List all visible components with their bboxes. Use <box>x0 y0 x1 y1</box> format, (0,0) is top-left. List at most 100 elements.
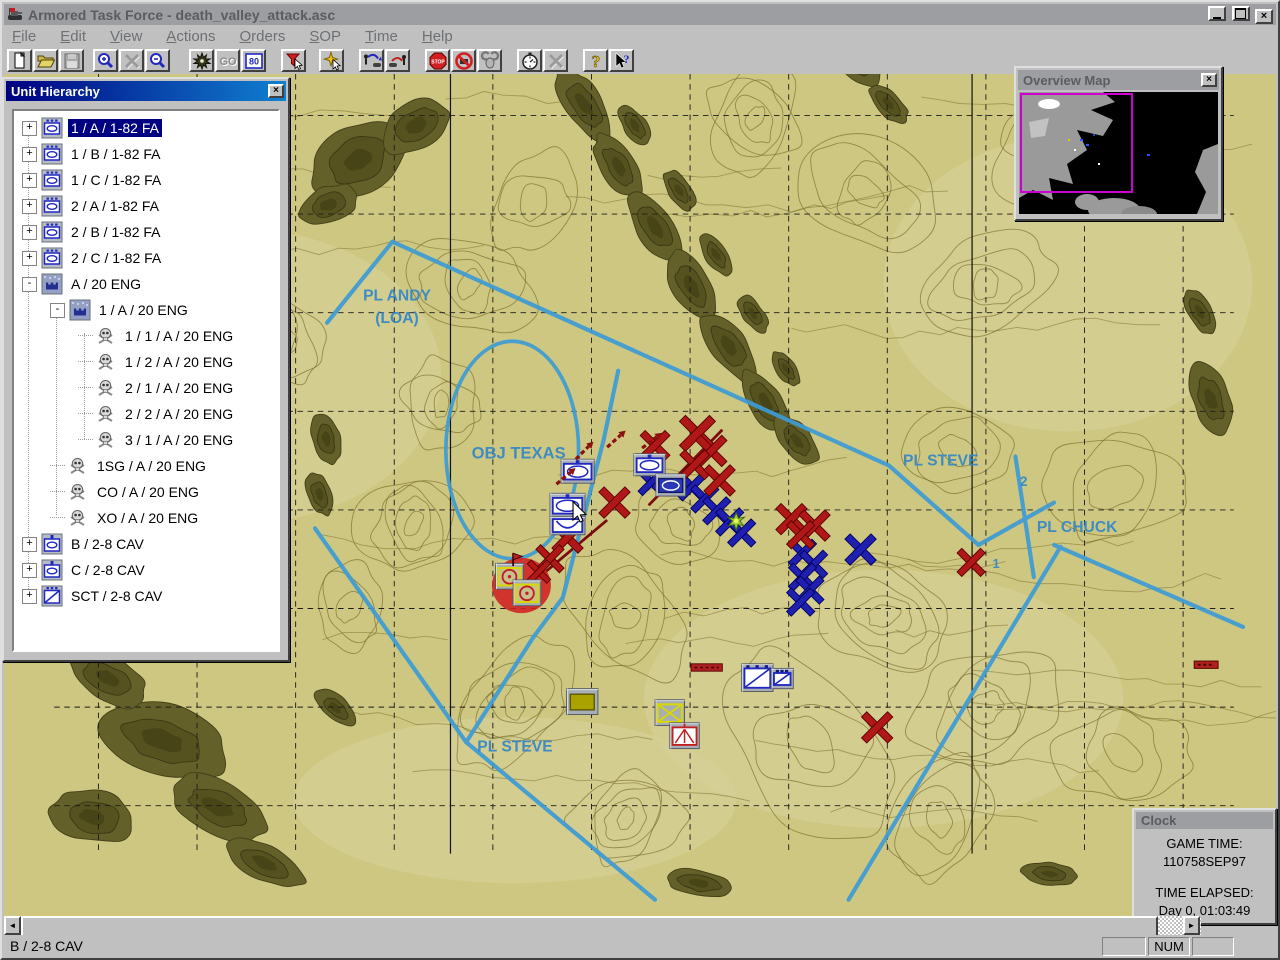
tree-item-label[interactable]: 1 / A / 1-82 FA <box>68 119 162 137</box>
tree-item-label[interactable]: 1 / A / 20 ENG <box>96 301 191 319</box>
tree-expander[interactable]: + <box>22 251 37 266</box>
select-filter-button[interactable] <box>281 49 306 72</box>
run-80-button[interactable]: 80 <box>241 49 266 72</box>
tree-item-label[interactable]: 2 / 2 / A / 20 ENG <box>122 405 236 423</box>
tree-item-label[interactable]: A / 20 ENG <box>68 275 144 293</box>
tree-item-label[interactable]: 1 / 2 / A / 20 ENG <box>122 353 236 371</box>
tree-item[interactable]: +1 / C / 1-82 FA <box>14 167 278 193</box>
unit-marker-arty[interactable] <box>513 580 541 606</box>
tree-item[interactable]: - A / 20 ENG <box>14 271 278 297</box>
overview-map-close-button[interactable]: × <box>1201 73 1217 87</box>
tree-expander[interactable]: - <box>22 277 37 292</box>
tree-item-label[interactable]: B / 2-8 CAV <box>68 535 147 553</box>
tree-item-label[interactable]: 2 / A / 1-82 FA <box>68 197 162 215</box>
horizontal-scrollbar[interactable]: ◄ ► <box>4 916 1201 935</box>
minimize-button[interactable] <box>1208 6 1226 21</box>
tree-item-label[interactable]: 1SG / A / 20 ENG <box>94 457 209 475</box>
open-file-button[interactable] <box>33 49 58 72</box>
tree-item-label[interactable]: C / 2-8 CAV <box>68 561 148 579</box>
tree-item[interactable]: 2 / 2 / A / 20 ENG <box>14 401 278 427</box>
scroll-right-button[interactable]: ► <box>1183 916 1200 935</box>
help-button[interactable]: ? <box>583 49 608 72</box>
unit-marker-mech[interactable] <box>656 474 685 496</box>
unit-marker-ada[interactable] <box>670 723 699 749</box>
go-button[interactable]: GOGO <box>215 49 240 72</box>
context-help-button[interactable]: ? <box>609 49 634 72</box>
stop-button[interactable]: STOP <box>425 49 450 72</box>
tree-expander[interactable]: + <box>22 225 37 240</box>
tree-item-label[interactable]: CO / A / 20 ENG <box>94 483 202 501</box>
unit-marker-scout[interactable] <box>771 668 793 688</box>
tree-item-label[interactable]: 1 / C / 1-82 FA <box>68 171 164 189</box>
tree-item[interactable]: +1 / A / 1-82 FA <box>14 115 278 141</box>
tree-expander[interactable]: - <box>50 303 65 318</box>
menu-edit[interactable]: Edit <box>60 28 86 45</box>
maximize-button[interactable] <box>1232 6 1250 21</box>
tree-item[interactable]: +2 / B / 1-82 FA <box>14 219 278 245</box>
menu-file[interactable]: File <box>12 28 36 45</box>
menu-orders[interactable]: Orders <box>240 28 286 45</box>
tree-item[interactable]: 1 / 2 / A / 20 ENG <box>14 349 278 375</box>
add-waypoint-button[interactable] <box>319 49 344 72</box>
tree-item[interactable]: 1 / 1 / A / 20 ENG <box>14 323 278 349</box>
tree-item-label[interactable]: 1 / 1 / A / 20 ENG <box>122 327 236 345</box>
tree-item[interactable]: +2 / A / 1-82 FA <box>14 193 278 219</box>
tree-item[interactable]: XO / A / 20 ENG <box>14 505 278 531</box>
tree-item-label[interactable]: XO / A / 20 ENG <box>94 509 201 527</box>
tree-item-label[interactable]: 3 / 1 / A / 20 ENG <box>122 431 236 449</box>
tree-item-label[interactable]: 2 / 1 / A / 20 ENG <box>122 379 236 397</box>
dismount-button[interactable] <box>385 49 410 72</box>
new-file-button[interactable] <box>7 49 32 72</box>
mount-button[interactable] <box>359 49 384 72</box>
ram-horns-button[interactable] <box>477 49 502 72</box>
tree-item[interactable]: 2 / 1 / A / 20 ENG <box>14 375 278 401</box>
tree-item-label[interactable]: SCT / 2-8 CAV <box>68 587 165 605</box>
zoom-out-button[interactable] <box>145 49 170 72</box>
tree-item[interactable]: + SCT / 2-8 CAV <box>14 583 278 609</box>
tree-item-label[interactable]: 2 / C / 1-82 FA <box>68 249 164 267</box>
tree-expander[interactable]: + <box>22 199 37 214</box>
tree-expander[interactable]: + <box>22 589 37 604</box>
tree-item[interactable]: 3 / 1 / A / 20 ENG <box>14 427 278 453</box>
menu-view[interactable]: View <box>110 28 142 45</box>
detonation-button[interactable] <box>189 49 214 72</box>
unit-marker-armor[interactable] <box>561 459 594 483</box>
unit-bar-marker[interactable] <box>691 664 722 671</box>
tree-item[interactable]: - 1 / A / 20 ENG <box>14 297 278 323</box>
save-file-button[interactable] <box>59 49 84 72</box>
menu-actions[interactable]: Actions <box>166 28 215 45</box>
unit-marker-scout[interactable] <box>742 664 773 692</box>
tree-item[interactable]: +2 / C / 1-82 FA <box>14 245 278 271</box>
unit-hierarchy-titlebar[interactable]: Unit Hierarchy × <box>6 81 286 101</box>
tree-item[interactable]: 1SG / A / 20 ENG <box>14 453 278 479</box>
menu-time[interactable]: Time <box>365 28 398 45</box>
unit-bar-marker[interactable] <box>1194 661 1218 668</box>
tree-item-label[interactable]: 1 / B / 1-82 FA <box>68 145 164 163</box>
menu-help[interactable]: Help <box>422 28 453 45</box>
scroll-left-button[interactable]: ◄ <box>4 916 21 935</box>
tree-item[interactable]: CO / A / 20 ENG <box>14 479 278 505</box>
tree-expander[interactable]: + <box>22 173 37 188</box>
unit-marker-hq-solid[interactable] <box>567 689 598 715</box>
overview-map-canvas[interactable] <box>1019 92 1218 214</box>
tree-item-label[interactable]: 2 / B / 1-82 FA <box>68 223 164 241</box>
tree-expander[interactable]: + <box>22 121 37 136</box>
tree-item[interactable]: + C / 2-8 CAV <box>14 557 278 583</box>
unit-hierarchy-close-button[interactable]: × <box>268 84 284 98</box>
tree-expander[interactable]: + <box>22 537 37 552</box>
tree-item[interactable]: +1 / B / 1-82 FA <box>14 141 278 167</box>
zoom-disabled-button[interactable] <box>119 49 144 72</box>
clock-titlebar[interactable]: Clock <box>1136 812 1273 829</box>
tree-expander[interactable]: + <box>22 563 37 578</box>
tree-expander[interactable]: + <box>22 147 37 162</box>
x-disabled-button[interactable] <box>543 49 568 72</box>
unit-marker-armor[interactable] <box>634 454 665 476</box>
close-button[interactable]: × <box>1255 9 1273 24</box>
tree-item[interactable]: + B / 2-8 CAV <box>14 531 278 557</box>
menu-sop[interactable]: SOP <box>309 28 341 45</box>
unit-marker-enemy-x[interactable] <box>655 700 684 726</box>
no-entry-button[interactable] <box>451 49 476 72</box>
overview-map-titlebar[interactable]: Overview Map × <box>1018 70 1219 90</box>
zoom-in-button[interactable] <box>93 49 118 72</box>
stopwatch-button[interactable] <box>517 49 542 72</box>
